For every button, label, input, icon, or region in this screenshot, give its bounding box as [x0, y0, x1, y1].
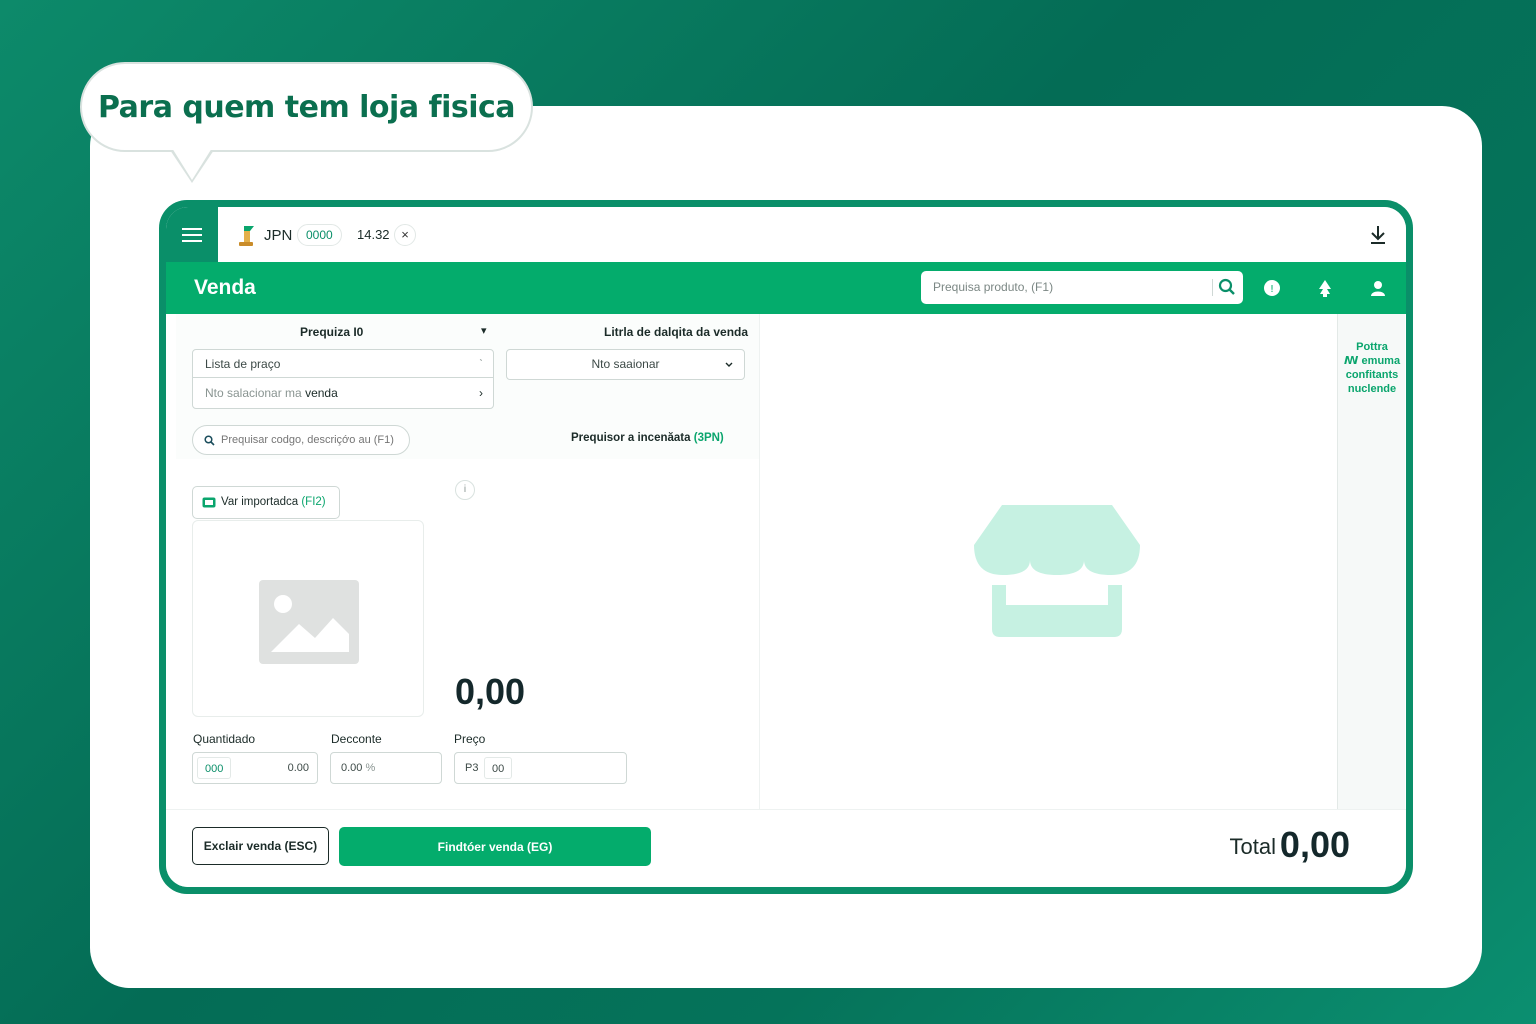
code-search-field	[192, 425, 410, 455]
discount-unit: %	[365, 762, 376, 774]
import-button-shortcut: (FI2)	[301, 496, 326, 508]
chevron-down-icon	[725, 362, 733, 367]
search-separator	[1212, 279, 1213, 296]
discount-field[interactable]: 0.00 %	[330, 752, 442, 784]
price-list-value: Lista de praço	[205, 357, 281, 371]
price-field[interactable]: P3 00	[454, 752, 627, 784]
sale-type-value: Nto saaionar	[591, 357, 660, 371]
price-prefix: P3	[465, 762, 479, 774]
svg-text:!: !	[1270, 284, 1274, 295]
product-search	[921, 271, 1243, 304]
image-placeholder-icon	[259, 580, 359, 664]
tab-name[interactable]: JPN	[264, 227, 292, 244]
quantity-unit[interactable]: 000	[197, 757, 232, 779]
help-icon[interactable]: !	[1261, 277, 1283, 299]
chevron-down-icon[interactable]: ▾	[481, 324, 487, 337]
sale-type-label: Litrla de dalqita da venda	[604, 325, 749, 339]
price-value: 00	[484, 757, 513, 779]
cancel-sale-button[interactable]: Exclair venda (ESC)	[192, 827, 329, 865]
customer-panel-text: Pottra ꟿ emuma confitants nuclende	[1343, 341, 1401, 395]
sale-select[interactable]: Nto salacionar ma venda ›	[193, 379, 493, 407]
sale-select-placeholder-b: venda	[305, 386, 338, 400]
product-search-input[interactable]	[921, 271, 1201, 302]
tab-bar: JPN 0000 14.32 ×	[218, 207, 1406, 262]
headline-text: Para quem tem loja fisica	[97, 89, 516, 125]
app-inner: JPN 0000 14.32 × Venda !	[166, 207, 1406, 887]
notification-icon[interactable]	[1314, 277, 1336, 299]
sale-type-select[interactable]: Nto saaionar	[506, 349, 745, 380]
price-list-select[interactable]: Lista de praço ˋ	[193, 350, 493, 378]
advanced-search-link[interactable]: Prequisor a incenăata (3PN)	[571, 432, 724, 444]
import-button[interactable]: Var importadca (FI2)	[192, 486, 340, 519]
sale-select-placeholder: Nto salacionar ma	[205, 386, 302, 400]
price-list-label: Prequiza I0	[300, 325, 364, 339]
chevron-down-icon: ˋ	[479, 357, 483, 371]
search-icon[interactable]	[1218, 278, 1236, 296]
download-icon[interactable]	[1368, 224, 1388, 246]
tab-time: 14.32	[357, 227, 390, 242]
import-button-label: Var importadca	[221, 496, 299, 508]
panel-divider	[759, 314, 760, 809]
bubble-tail	[172, 148, 212, 180]
discount-value: 0.00	[341, 762, 363, 774]
product-image-frame	[192, 520, 424, 717]
chevron-right-icon: ›	[479, 386, 483, 400]
finish-sale-button[interactable]: Findtóer venda (EG)	[339, 827, 651, 866]
menu-icon[interactable]	[166, 207, 218, 262]
price-list-group: Lista de praço ˋ Nto salacionar ma venda…	[192, 349, 494, 409]
page-header: Venda !	[166, 262, 1406, 314]
sale-form-panel: Prequiza I0 ▾ Lista de praço ˋ Nto salac…	[176, 314, 759, 814]
info-icon[interactable]: i	[455, 480, 475, 500]
total-label: Total	[1229, 834, 1276, 859]
info-icon-glyph: i	[463, 484, 467, 495]
quantity-label: Quantidado	[193, 732, 256, 746]
app-window: JPN 0000 14.32 × Venda !	[159, 200, 1413, 894]
search-icon	[204, 435, 215, 446]
barcode-icon	[202, 497, 216, 508]
headline-bubble: Para quem tem loja fisica	[80, 62, 533, 152]
logo-icon	[239, 226, 254, 246]
price-label: Preço	[454, 732, 486, 746]
page-title: Venda	[194, 276, 256, 299]
total-value: 0,00	[1279, 824, 1350, 865]
quantity-field[interactable]: 000 0.00	[192, 752, 318, 784]
user-icon[interactable]	[1367, 277, 1389, 299]
price-display: 0,00	[455, 671, 526, 712]
advanced-search-text: Prequisor a incenăata	[571, 432, 691, 444]
store-icon	[974, 505, 1140, 637]
code-search-input[interactable]	[221, 426, 406, 454]
close-icon[interactable]: ×	[394, 224, 416, 246]
quantity-value: 0.00	[287, 762, 309, 774]
footer-bar: Exclair venda (ESC) Findtóer venda (EG) …	[166, 809, 1406, 887]
advanced-search-shortcut: (3PN)	[693, 432, 724, 444]
customer-side-panel[interactable]: Pottra ꟿ emuma confitants nuclende	[1337, 314, 1405, 809]
tab-code-badge: 0000	[297, 224, 342, 246]
discount-label: Decconte	[331, 732, 382, 746]
